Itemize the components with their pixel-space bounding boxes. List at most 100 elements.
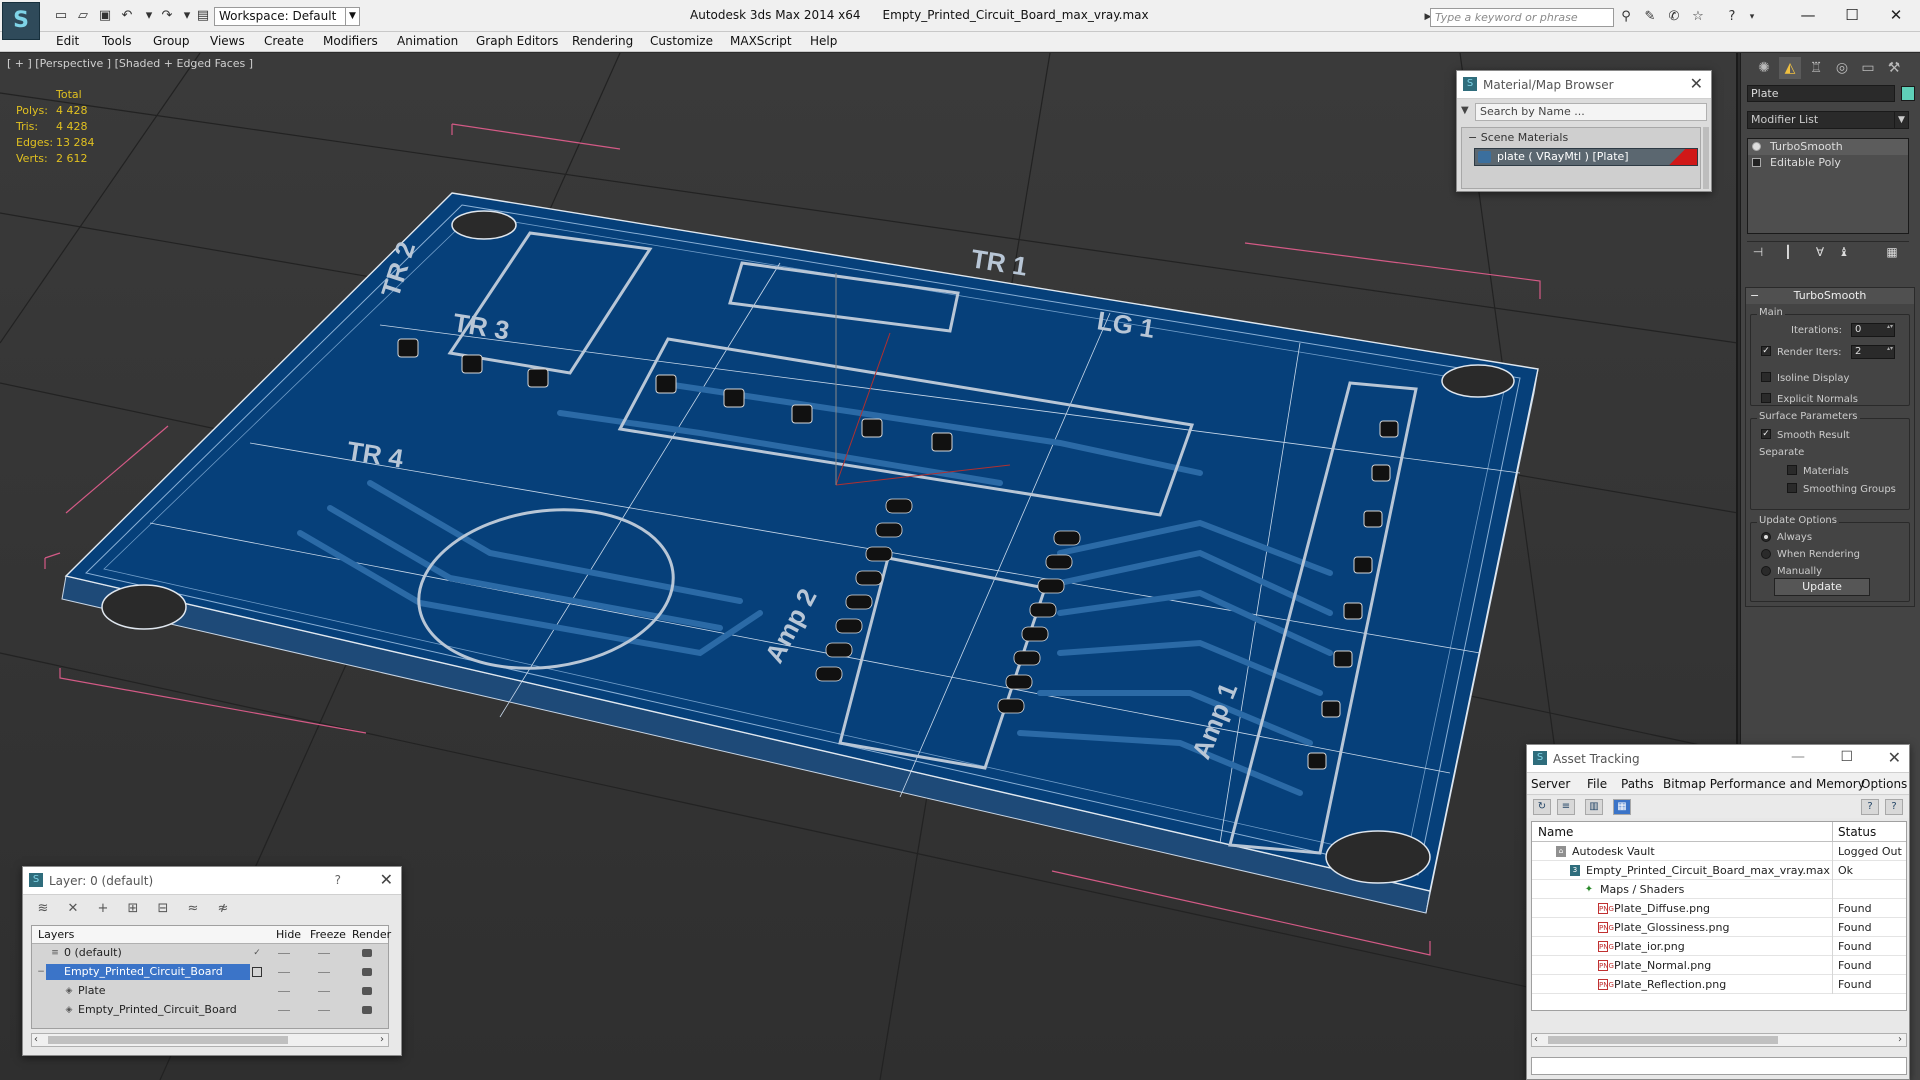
object-color-swatch[interactable] xyxy=(1901,86,1915,101)
freeze-toggle[interactable] xyxy=(318,991,330,992)
layer-dialog-titlebar[interactable]: S Layer: 0 (default) ? ✕ xyxy=(23,867,401,895)
help-icon[interactable]: ? xyxy=(335,873,341,887)
layer-row[interactable]: − Empty_Printed_Circuit_Board xyxy=(32,963,388,982)
close-icon[interactable]: ✕ xyxy=(1690,74,1703,93)
asset-row[interactable]: PNG Plate_ior.png Found xyxy=(1532,937,1906,956)
set-current-layer-icon[interactable] xyxy=(252,967,262,977)
undo-dropdown-icon[interactable]: ▾ xyxy=(140,8,158,24)
minimize-icon[interactable]: — xyxy=(1791,749,1805,765)
motion-tab-icon[interactable]: ◎ xyxy=(1831,57,1853,79)
scroll-thumb[interactable] xyxy=(48,1036,288,1044)
separate-materials-checkbox[interactable] xyxy=(1787,465,1797,475)
viewport-label-menu[interactable]: [ + ] [Perspective ] [Shaded + Edged Fac… xyxy=(7,57,253,70)
maximize-icon[interactable]: ☐ xyxy=(1834,3,1870,27)
isoline-display-checkbox[interactable] xyxy=(1761,372,1771,382)
col-freeze[interactable]: Freeze xyxy=(310,928,346,941)
render-teapot-icon[interactable] xyxy=(362,968,372,976)
hide-all-icon[interactable]: ≈ xyxy=(183,899,203,919)
communication-icon[interactable]: ✆ xyxy=(1664,8,1684,26)
grid-view-icon[interactable]: ▦ xyxy=(1613,799,1631,815)
iterations-spinner[interactable]: 0 xyxy=(1851,323,1895,337)
pin-stack-icon[interactable]: ⊣ xyxy=(1749,245,1767,261)
menu-tools[interactable]: Tools xyxy=(102,34,132,48)
col-render[interactable]: Render xyxy=(352,928,391,941)
close-icon[interactable]: ✕ xyxy=(380,870,393,889)
menu-modifiers[interactable]: Modifiers xyxy=(323,34,378,48)
col-status[interactable]: Status xyxy=(1838,825,1876,839)
search-options-icon[interactable]: ▼ xyxy=(1461,105,1469,116)
menu-group[interactable]: Group xyxy=(153,34,190,48)
render-teapot-icon[interactable] xyxy=(362,1006,372,1014)
menu-bitmap-performance[interactable]: Bitmap Performance and Memory xyxy=(1663,777,1865,791)
col-layers[interactable]: Layers xyxy=(38,928,74,941)
subscription-icon[interactable]: ✎ xyxy=(1640,8,1660,26)
material-list-scrollbar[interactable] xyxy=(1703,127,1709,189)
modifier-list-dropdown[interactable]: Modifier List ▼ xyxy=(1747,111,1909,129)
show-end-result-icon[interactable]: ┃ xyxy=(1779,245,1797,261)
manually-radio[interactable] xyxy=(1761,566,1771,576)
asset-row[interactable]: 3 Empty_Printed_Circuit_Board_max_vray.m… xyxy=(1532,861,1906,880)
highlight-layer-icon[interactable]: ⊟ xyxy=(153,899,173,919)
freeze-toggle[interactable] xyxy=(318,953,330,954)
maximize-icon[interactable]: ☐ xyxy=(1840,749,1853,765)
save-file-icon[interactable]: ▣ xyxy=(96,8,114,24)
expand-icon[interactable] xyxy=(1752,158,1761,167)
hierarchy-tab-icon[interactable]: ♖ xyxy=(1805,57,1827,79)
asset-row[interactable]: ⌂ Autodesk Vault Logged Out xyxy=(1532,842,1906,861)
select-objects-icon[interactable]: ⊞ xyxy=(123,899,143,919)
layer-row[interactable]: ≡ 0 (default) ✓ xyxy=(32,944,388,963)
help-icon[interactable]: ? xyxy=(1722,8,1742,26)
app-logo-button[interactable]: S xyxy=(2,2,40,40)
modify-tab-icon[interactable]: ◭ xyxy=(1779,57,1801,79)
asset-path-field[interactable] xyxy=(1531,1057,1907,1075)
undo-icon[interactable]: ↶ xyxy=(118,8,136,24)
menu-file[interactable]: File xyxy=(1587,777,1607,791)
asset-row[interactable]: PNG Plate_Normal.png Found xyxy=(1532,956,1906,975)
menu-customize[interactable]: Customize xyxy=(650,34,713,48)
new-scene-icon[interactable]: ▭ xyxy=(52,8,70,24)
context-help-icon[interactable]: ? xyxy=(1885,799,1903,815)
help-icon[interactable]: ? xyxy=(1861,799,1879,815)
freeze-all-icon[interactable]: ≉ xyxy=(213,899,233,919)
scene-materials-header[interactable]: − Scene Materials xyxy=(1468,131,1568,144)
menu-help[interactable]: Help xyxy=(810,34,837,48)
add-to-layer-icon[interactable]: + xyxy=(93,899,113,919)
collapse-icon[interactable]: − xyxy=(36,967,46,977)
scroll-right-icon[interactable]: › xyxy=(380,1034,384,1045)
hide-toggle[interactable] xyxy=(278,1010,290,1011)
refresh-icon[interactable]: ↻ xyxy=(1533,799,1551,815)
update-button[interactable]: Update xyxy=(1774,578,1870,596)
layer-table-scrollbar[interactable]: ‹ › xyxy=(31,1033,389,1047)
object-name-field[interactable]: Plate xyxy=(1747,85,1895,102)
separate-smoothing-groups-checkbox[interactable] xyxy=(1787,483,1797,493)
menu-paths[interactable]: Paths xyxy=(1621,777,1654,791)
display-tab-icon[interactable]: ▭ xyxy=(1857,57,1879,79)
lightbulb-icon[interactable] xyxy=(1752,142,1761,151)
col-name[interactable]: Name xyxy=(1538,825,1573,839)
current-layer-check-icon[interactable]: ✓ xyxy=(252,948,262,958)
menu-edit[interactable]: Edit xyxy=(56,34,79,48)
menu-graph-editors[interactable]: Graph Editors xyxy=(476,34,558,48)
asset-table-scrollbar[interactable]: ‹ › xyxy=(1531,1033,1907,1047)
col-hide[interactable]: Hide xyxy=(276,928,301,941)
scroll-thumb[interactable] xyxy=(1548,1036,1778,1044)
render-iters-checkbox[interactable]: ✓ xyxy=(1761,346,1771,356)
create-tab-icon[interactable]: ✺ xyxy=(1753,57,1775,79)
asset-row[interactable]: PNG Plate_Diffuse.png Found xyxy=(1532,899,1906,918)
material-item[interactable]: plate ( VRayMtl ) [Plate] xyxy=(1474,148,1698,166)
stack-item-editable-poly[interactable]: Editable Poly xyxy=(1748,155,1908,171)
asset-row[interactable]: PNG Plate_Glossiness.png Found xyxy=(1532,918,1906,937)
redo-icon[interactable]: ↷ xyxy=(158,8,176,24)
when-rendering-radio[interactable] xyxy=(1761,549,1771,559)
utilities-tab-icon[interactable]: ⚒ xyxy=(1883,57,1905,79)
freeze-toggle[interactable] xyxy=(318,972,330,973)
open-file-icon[interactable]: ▱ xyxy=(74,8,92,24)
hide-toggle[interactable] xyxy=(278,972,290,973)
column-divider[interactable] xyxy=(1832,822,1833,842)
asset-row[interactable]: PNG Plate_Reflection.png Found xyxy=(1532,975,1906,994)
render-teapot-icon[interactable] xyxy=(362,987,372,995)
close-icon[interactable]: ✕ xyxy=(1888,748,1901,767)
scroll-left-icon[interactable]: ‹ xyxy=(34,1034,38,1045)
list-view-icon[interactable]: ≡ xyxy=(1557,799,1575,815)
asset-tracking-titlebar[interactable]: S Asset Tracking — ☐ ✕ xyxy=(1527,745,1909,773)
